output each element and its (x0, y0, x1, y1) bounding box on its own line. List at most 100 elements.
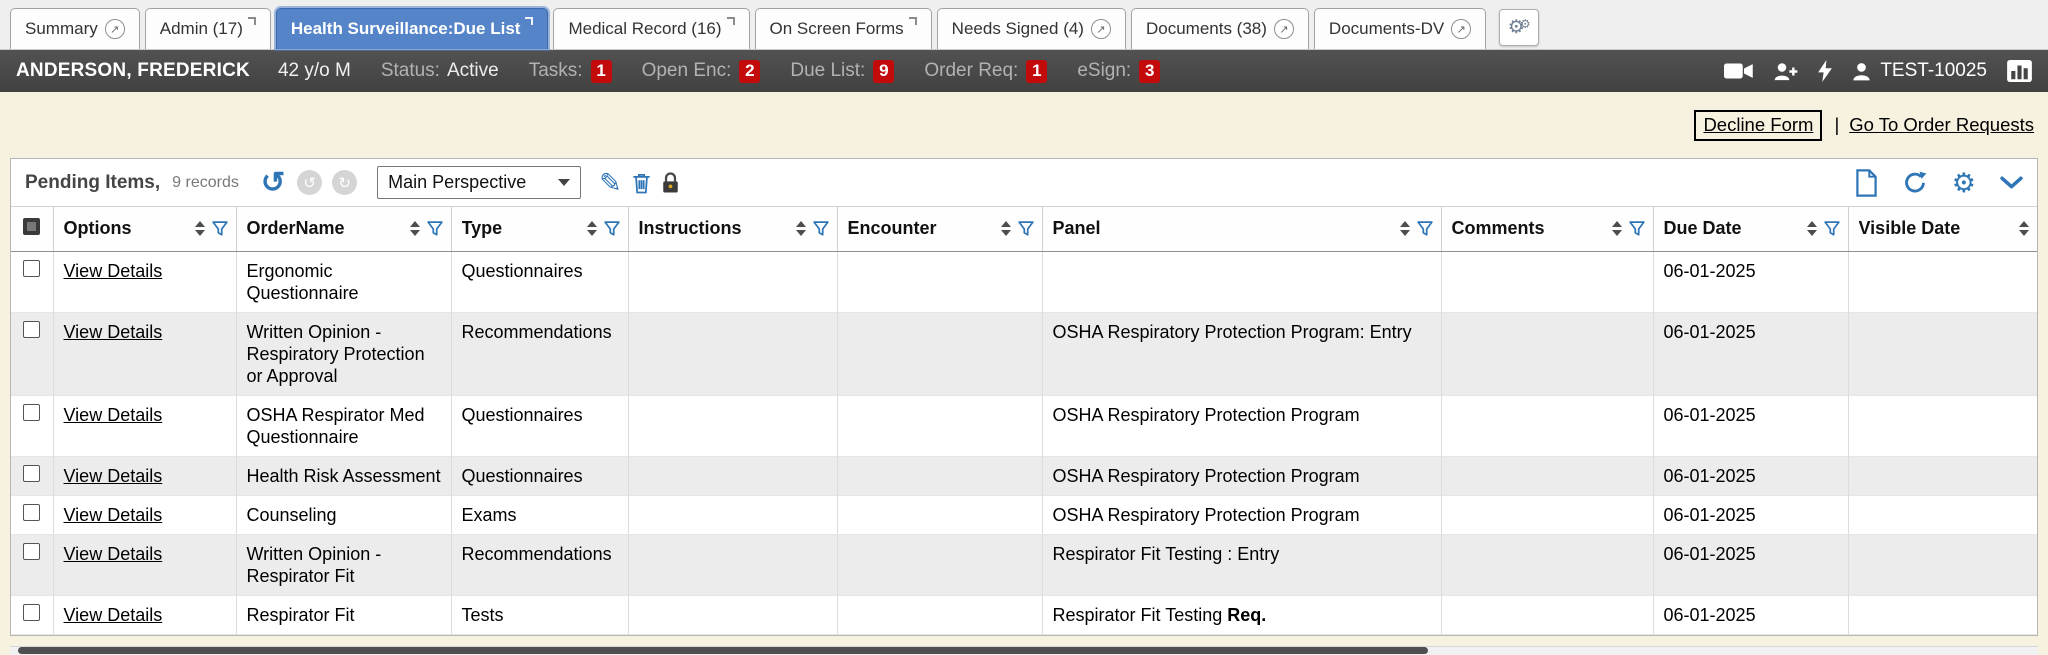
tab-documents-dv[interactable]: Documents-DV ↗ (1314, 8, 1486, 49)
view-details-link[interactable]: View Details (64, 605, 163, 625)
column-header-ordername[interactable]: OrderName (236, 207, 451, 251)
undo-icon[interactable]: ↺ (261, 170, 285, 196)
go-to-order-requests-link[interactable]: Go To Order Requests (1849, 114, 2034, 135)
cell-visible-date (1848, 395, 2037, 456)
row-checkbox[interactable] (23, 465, 40, 482)
perspective-select[interactable]: Main Perspective (377, 166, 581, 199)
column-header-options[interactable]: Options (53, 207, 236, 251)
cell-type: Exams (451, 495, 628, 534)
decline-form-link[interactable]: Decline Form (1703, 114, 1813, 135)
popout-icon[interactable]: ↗ (1451, 19, 1471, 39)
filter-funnel-icon[interactable] (212, 221, 228, 237)
cell-type: Questionnaires (451, 456, 628, 495)
order-req-label: Order Req: (924, 60, 1018, 82)
refresh-icon[interactable] (1902, 170, 1928, 196)
sort-icon[interactable] (410, 221, 420, 236)
order-req-badge[interactable]: 1 (1026, 60, 1047, 83)
filter-funnel-icon[interactable] (604, 221, 620, 237)
sort-icon[interactable] (1001, 221, 1011, 236)
bar-chart-icon[interactable] (2007, 60, 2032, 82)
row-checkbox[interactable] (23, 404, 40, 421)
cell-visible-date (1848, 251, 2037, 312)
select-all-checkbox[interactable] (23, 218, 40, 235)
column-header-visible-date[interactable]: Visible Date (1848, 207, 2037, 251)
edit-pencil-icon[interactable]: ✎ (599, 170, 622, 196)
patient-header-bar: ANDERSON, FREDERICK 42 y/o M Status: Act… (0, 50, 2048, 92)
view-details-link[interactable]: View Details (64, 261, 163, 281)
lightning-bolt-icon[interactable] (1818, 60, 1832, 82)
view-details-link[interactable]: View Details (64, 405, 163, 425)
filter-funnel-icon[interactable] (427, 221, 443, 237)
due-list-badge[interactable]: 9 (873, 60, 894, 83)
popout-icon[interactable]: ↗ (1091, 19, 1111, 39)
view-details-link[interactable]: View Details (64, 466, 163, 486)
table-row: View Details Health Risk Assessment Ques… (11, 456, 2037, 495)
column-header-type[interactable]: Type (451, 207, 628, 251)
row-checkbox[interactable] (23, 260, 40, 277)
sort-icon[interactable] (2019, 221, 2029, 236)
row-checkbox[interactable] (23, 543, 40, 560)
open-enc-label: Open Enc: (642, 60, 732, 82)
row-checkbox[interactable] (23, 321, 40, 338)
scrollbar-thumb[interactable] (18, 647, 1428, 654)
tab-settings-button[interactable]: ⚙⚙ (1499, 9, 1539, 46)
gear-icon[interactable]: ⚙ (1952, 170, 1976, 196)
view-details-link[interactable]: View Details (64, 505, 163, 525)
cell-instructions (628, 312, 837, 395)
sort-icon[interactable] (1807, 221, 1817, 236)
column-label: Options (64, 218, 132, 239)
cell-due-date: 06-01-2025 (1653, 312, 1848, 395)
tab-documents[interactable]: Documents (38) ↗ (1131, 8, 1309, 49)
view-details-link[interactable]: View Details (64, 322, 163, 342)
chevron-down-icon (558, 179, 570, 186)
sort-icon[interactable] (195, 221, 205, 236)
video-camera-icon[interactable] (1724, 62, 1754, 80)
history-back-icon[interactable]: ↺ (297, 170, 322, 195)
popout-icon[interactable]: ↗ (105, 19, 125, 39)
open-enc-badge[interactable]: 2 (739, 60, 760, 83)
filter-funnel-icon[interactable] (1018, 221, 1034, 237)
tasks-badge[interactable]: 1 (591, 60, 612, 83)
cell-order-name: Written Opinion - Respirator Fit (236, 534, 451, 595)
row-checkbox[interactable] (23, 604, 40, 621)
column-header-instructions[interactable]: Instructions (628, 207, 837, 251)
collapse-chevron-icon[interactable] (2000, 176, 2023, 190)
esign-badge[interactable]: 3 (1139, 60, 1160, 83)
add-user-icon[interactable] (1774, 62, 1798, 81)
user-icon[interactable] (1852, 62, 1871, 81)
cogs-icon: ⚙⚙ (1508, 18, 1531, 37)
tab-summary[interactable]: Summary ↗ (10, 8, 140, 49)
tab-admin[interactable]: Admin (17) (145, 8, 271, 49)
cell-order-name: Respirator Fit (236, 595, 451, 634)
popout-icon[interactable]: ↗ (1274, 19, 1294, 39)
sort-icon[interactable] (1400, 221, 1410, 236)
sort-icon[interactable] (796, 221, 806, 236)
tab-health-surveillance-due-list[interactable]: Health Surveillance:Due List (276, 8, 549, 49)
filter-funnel-icon[interactable] (1629, 221, 1645, 237)
tab-label: Summary (25, 19, 98, 39)
tab-on-screen-forms[interactable]: On Screen Forms (755, 8, 932, 49)
filter-funnel-icon[interactable] (813, 221, 829, 237)
sort-icon[interactable] (1612, 221, 1622, 236)
horizontal-scrollbar[interactable] (10, 646, 2038, 655)
column-header-encounter[interactable]: Encounter (837, 207, 1042, 251)
tab-label: On Screen Forms (770, 19, 904, 39)
tab-medical-record[interactable]: Medical Record (16) (553, 8, 749, 49)
select-all-header[interactable] (11, 207, 53, 251)
sort-icon[interactable] (587, 221, 597, 236)
history-forward-icon[interactable]: ↻ (332, 170, 357, 195)
column-header-panel[interactable]: Panel (1042, 207, 1441, 251)
panel-title: Pending Items, (25, 172, 160, 194)
filter-funnel-icon[interactable] (1824, 221, 1840, 237)
column-header-comments[interactable]: Comments (1441, 207, 1653, 251)
filter-funnel-icon[interactable] (1417, 221, 1433, 237)
view-details-link[interactable]: View Details (64, 544, 163, 564)
cell-type: Questionnaires (451, 395, 628, 456)
row-checkbox[interactable] (23, 504, 40, 521)
column-header-due-date[interactable]: Due Date (1653, 207, 1848, 251)
tab-needs-signed[interactable]: Needs Signed (4) ↗ (937, 8, 1126, 49)
trash-icon[interactable] (632, 172, 651, 194)
lock-icon[interactable] (661, 171, 680, 195)
new-document-icon[interactable] (1855, 169, 1878, 197)
cell-visible-date (1848, 456, 2037, 495)
